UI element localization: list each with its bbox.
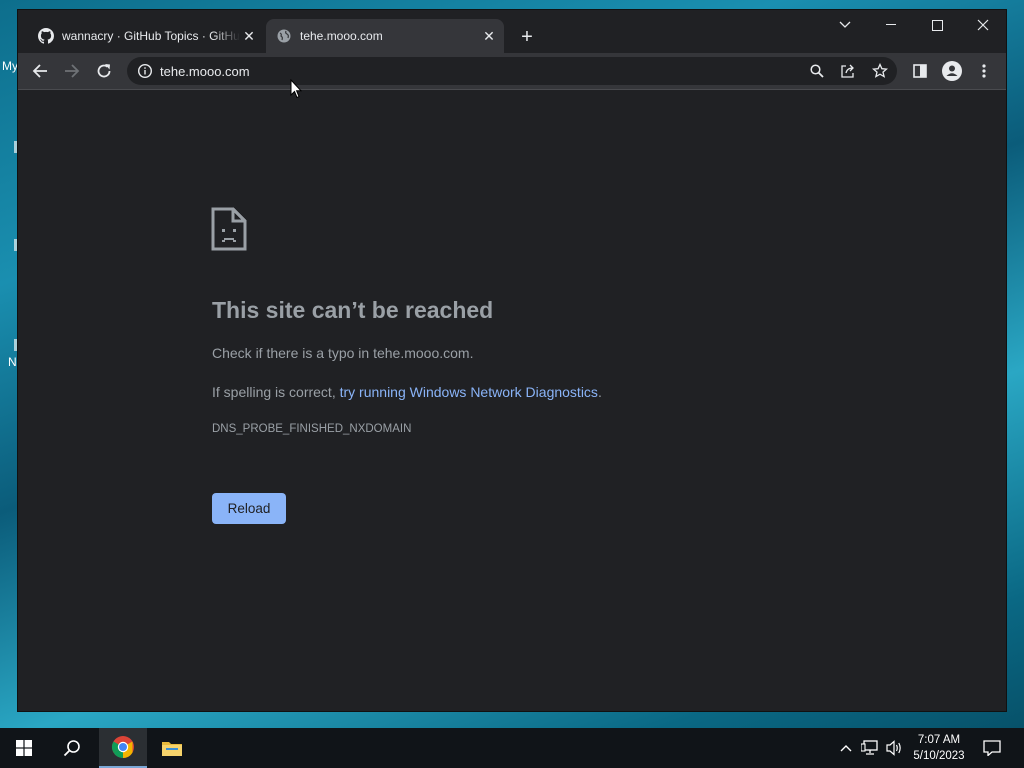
back-button[interactable] (26, 57, 54, 85)
minimize-button[interactable] (868, 10, 914, 40)
desktop-icon-label[interactable]: My (2, 59, 18, 73)
spelling-prefix: If spelling is correct, (212, 384, 340, 400)
show-hidden-icons-icon[interactable] (836, 738, 856, 758)
tab-close-icon[interactable]: ✕ (240, 27, 258, 45)
tab-github[interactable]: wannacry · GitHub Topics · GitHub ✕ (28, 19, 264, 53)
profile-avatar[interactable] (938, 57, 966, 85)
address-url[interactable]: tehe.mooo.com (160, 64, 250, 79)
clock-date: 5/10/2023 (913, 750, 965, 762)
network-diagnostics-link[interactable]: try running Windows Network Diagnostics (340, 384, 598, 400)
github-icon (38, 28, 54, 44)
error-title: This site can’t be reached (212, 297, 494, 323)
volume-icon[interactable] (884, 738, 904, 758)
browser-window: wannacry · GitHub Topics · GitHub ✕ tehe… (18, 10, 1006, 711)
new-tab-button[interactable]: + (516, 26, 538, 48)
browser-toolbar: tehe.mooo.com (18, 53, 1006, 89)
address-bar[interactable]: tehe.mooo.com (127, 57, 897, 85)
search-icon[interactable] (48, 728, 96, 768)
taskbar: 7:07 AM 5/10/2023 (0, 728, 1024, 768)
reload-icon[interactable] (90, 57, 118, 85)
chrome-taskbar-icon[interactable] (99, 728, 147, 768)
bookmark-star-icon[interactable] (870, 61, 890, 81)
zoom-search-icon[interactable] (807, 61, 827, 81)
file-explorer-icon[interactable] (148, 728, 196, 768)
clock-time: 7:07 AM (917, 734, 961, 746)
tab-title: tehe.mooo.com (300, 29, 383, 43)
system-clock[interactable]: 7:07 AM 5/10/2023 (908, 732, 970, 764)
network-icon[interactable] (860, 738, 880, 758)
mouse-cursor-icon (290, 78, 303, 99)
windows-start-icon[interactable] (0, 728, 48, 768)
desktop-icon-label[interactable]: N (8, 355, 17, 369)
menu-kebab-icon[interactable] (970, 57, 998, 85)
error-page: This site can’t be reached Check if ther… (18, 90, 1006, 711)
notifications-icon[interactable] (982, 738, 1002, 758)
tab-title: wannacry · GitHub Topics · GitHub (62, 29, 240, 43)
sad-page-icon (211, 207, 247, 251)
spelling-hint: If spelling is correct, try running Wind… (212, 384, 602, 400)
tab-strip: wannacry · GitHub Topics · GitHub ✕ tehe… (18, 10, 1006, 53)
tab-search-icon[interactable] (822, 10, 868, 40)
maximize-button[interactable] (914, 10, 960, 40)
tab-tehe[interactable]: tehe.mooo.com ✕ (266, 19, 504, 53)
close-window-button[interactable] (960, 10, 1006, 40)
error-code: DNS_PROBE_FINISHED_NXDOMAIN (212, 423, 412, 435)
forward-button[interactable] (58, 57, 86, 85)
globe-icon (276, 28, 292, 44)
tab-close-icon[interactable]: ✕ (480, 27, 498, 45)
side-panel-icon[interactable] (906, 57, 934, 85)
spelling-suffix: . (597, 384, 602, 400)
site-info-icon[interactable] (137, 63, 153, 79)
share-icon[interactable] (838, 61, 858, 81)
typo-hint: Check if there is a typo in tehe.mooo.co… (212, 345, 474, 361)
reload-button[interactable]: Reload (212, 493, 286, 524)
